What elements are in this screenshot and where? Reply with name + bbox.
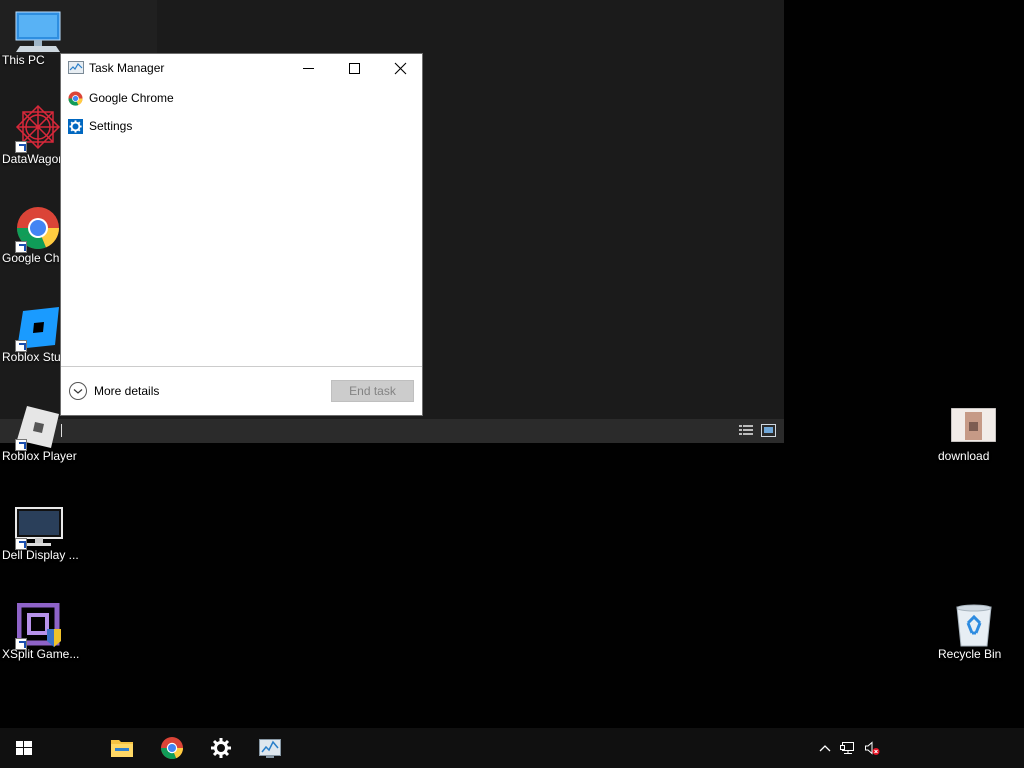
maximize-icon[interactable] (331, 54, 377, 84)
end-task-button[interactable]: End task (331, 380, 414, 402)
app-name: Settings (89, 119, 133, 133)
settings-gear-icon (68, 119, 83, 134)
desktop-icon-dell-display[interactable]: Dell Display ... (0, 505, 79, 569)
file-explorer-icon[interactable] (98, 728, 146, 768)
desktop-icon-download[interactable]: download (930, 406, 1010, 470)
recycle-bin-icon (956, 604, 992, 647)
desktop-icon-label: Google Chr (2, 251, 64, 265)
app-row-google-chrome[interactable]: Google Chrome (61, 84, 422, 112)
desktop-icon-label: XSplit Game... (2, 647, 80, 661)
task-manager-icon[interactable] (246, 728, 294, 768)
settings-icon[interactable] (197, 728, 245, 768)
app-row-settings[interactable]: Settings (61, 112, 422, 140)
task-manager-icon (68, 61, 84, 74)
image-thumbnail-icon (951, 408, 996, 442)
more-details-toggle[interactable]: More details (61, 367, 191, 416)
desktop-icon-recycle-bin[interactable]: Recycle Bin (930, 603, 1010, 667)
desktop-icon-label: DataWagon (2, 152, 65, 166)
explorer-status-bar (0, 419, 784, 443)
desktop-icon-label: Roblox Player (2, 449, 77, 463)
desktop-icon-label: download (938, 449, 990, 463)
taskbar (0, 728, 1024, 768)
chrome-icon (68, 91, 83, 106)
desktop-icon-label: Dell Display ... (2, 548, 79, 562)
close-icon[interactable] (377, 54, 423, 84)
desktop-icon-label: This PC (2, 53, 45, 67)
minimize-icon[interactable] (285, 54, 331, 84)
window-title: Task Manager (89, 61, 165, 75)
large-icons-view-icon[interactable] (761, 424, 776, 437)
show-hidden-icons-chevron[interactable] (817, 740, 833, 756)
desktop-icon-label: Recycle Bin (938, 647, 1002, 661)
more-details-label: More details (94, 384, 160, 398)
volume-muted-icon[interactable] (864, 740, 880, 756)
this-pc-icon (15, 11, 61, 52)
chrome-icon[interactable] (148, 728, 196, 768)
app-name: Google Chrome (89, 91, 174, 105)
windows-start-icon[interactable] (0, 728, 48, 768)
chevron-down-icon (69, 382, 87, 400)
task-manager-footer: More details End task (61, 366, 422, 415)
task-manager-window: Task Manager Google Chrome Settings More… (60, 53, 423, 416)
desktop-icon-label: Roblox Stu (2, 350, 61, 364)
details-view-icon[interactable] (739, 424, 754, 437)
desktop-icon-xsplit-gamecaster[interactable]: XSplit Game... (0, 603, 80, 667)
network-icon[interactable] (840, 740, 856, 756)
title-bar[interactable]: Task Manager (61, 54, 422, 84)
